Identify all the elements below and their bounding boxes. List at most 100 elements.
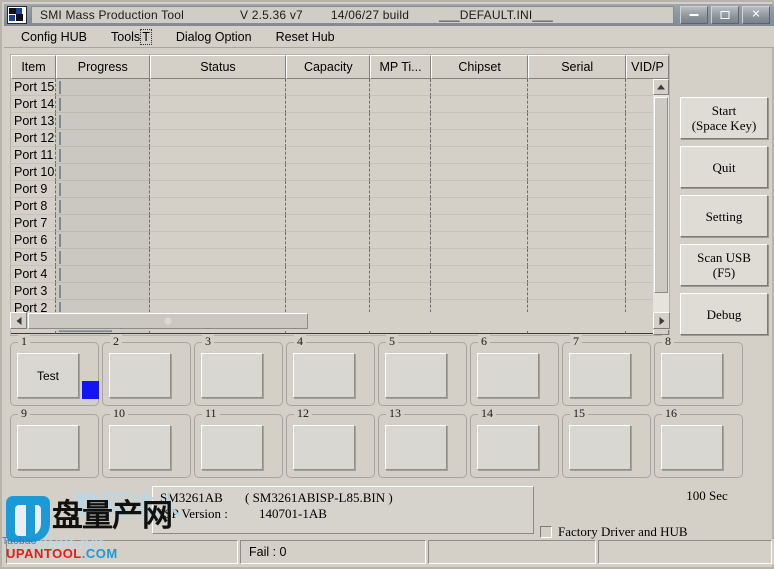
close-button[interactable]: ✕ [742,6,770,24]
cell-serial [528,266,626,283]
button-quit[interactable]: Quit [680,146,768,188]
port-status-box [569,425,631,470]
column-header-mp-ti[interactable]: MP Ti... [370,55,431,79]
vscroll-up-button[interactable] [653,79,669,95]
table-row[interactable]: Port 9 [11,181,669,198]
factory-driver-label: Factory Driver and HUB [558,524,688,540]
table-row[interactable]: Port 8 [11,198,669,215]
cell-mp-ti [370,215,431,232]
progress-bar [59,149,61,162]
cell-chipset [431,232,529,249]
factory-driver-checkbox-row[interactable]: Factory Driver and HUB [540,524,688,540]
progress-bar [59,115,61,128]
button-scan-usb[interactable]: Scan USB(F5) [680,244,768,286]
progress-bar [59,183,61,196]
port-panel-2[interactable]: 2 [102,342,191,406]
port-panel-11[interactable]: 11 [194,414,283,478]
column-header-status[interactable]: Status [150,55,287,79]
cell-mp-ti [370,181,431,198]
cell-status [150,96,287,113]
vscroll-thumb[interactable] [654,97,668,293]
column-header-item[interactable]: Item [11,55,56,79]
port-panel-15[interactable]: 15 [562,414,651,478]
table-vertical-scrollbar[interactable] [653,79,669,335]
table-row[interactable]: Port 7 [11,215,669,232]
port-panel-9[interactable]: 9 [10,414,99,478]
cell-mp-ti [370,113,431,130]
cell-mp-ti [370,79,431,96]
table-row[interactable]: Port 3 [11,283,669,300]
table-row[interactable]: Port 14 [11,96,669,113]
port-led-indicator [82,381,99,399]
cell-status [150,198,287,215]
port-panel-8[interactable]: 8 [654,342,743,406]
button-debug[interactable]: Debug [680,293,768,335]
table-row[interactable]: Port 13 [11,113,669,130]
port-panel-number: 12 [294,407,312,420]
port-panel-1[interactable]: 1Test [10,342,99,406]
hscroll-right-button[interactable] [653,312,670,329]
table-row[interactable]: Port 10 [11,164,669,181]
cell-progress [56,266,150,283]
port-panel-4[interactable]: 4 [286,342,375,406]
port-panel-number: 5 [386,335,398,348]
table-row[interactable]: Port 11 [11,147,669,164]
port-panel-3[interactable]: 3 [194,342,283,406]
cell-mp-ti [370,249,431,266]
cell-status [150,147,287,164]
cell-serial [528,181,626,198]
progress-bar [59,285,61,298]
table-row[interactable]: Port 12 [11,130,669,147]
column-header-capacity[interactable]: Capacity [286,55,370,79]
column-header-vid-p[interactable]: VID/P [626,55,669,79]
column-header-serial[interactable]: Serial [528,55,626,79]
column-header-progress[interactable]: Progress [56,55,150,79]
cell-progress [56,96,150,113]
cell-item: Port 11 [11,147,56,164]
button-label-line2: (Space Key) [692,118,757,133]
port-panel-6[interactable]: 6 [470,342,559,406]
cell-chipset [431,79,529,96]
button-start[interactable]: Start(Space Key) [680,97,768,139]
port-panel-12[interactable]: 12 [286,414,375,478]
port-panel-14[interactable]: 14 [470,414,559,478]
progress-bar [59,200,61,213]
port-panel-16[interactable]: 16 [654,414,743,478]
hscroll-left-button[interactable] [10,312,27,329]
table-row[interactable]: Port 6 [11,232,669,249]
info-isp-file: ( SM3261ABISP-L85.BIN ) [245,490,393,506]
port-panel-number: 9 [18,407,30,420]
cell-serial [528,130,626,147]
table-horizontal-scrollbar[interactable] [10,312,670,330]
port-panel-7[interactable]: 7 [562,342,651,406]
table-row[interactable]: Port 4 [11,266,669,283]
table-row[interactable]: Port 5 [11,249,669,266]
button-setting[interactable]: Setting [680,195,768,237]
minimize-button[interactable] [680,6,708,24]
cell-serial [528,79,626,96]
window-version: V 2.5.36 v7 [184,8,303,22]
menu-item-config-hub[interactable]: Config HUB [12,28,96,46]
cell-progress [56,249,150,266]
cell-status [150,113,287,130]
cell-mp-ti [370,96,431,113]
table-body: Port 15Port 14Port 13Port 12Port 11Port … [11,79,669,335]
progress-bar [59,268,61,281]
port-panel-5[interactable]: 5 [378,342,467,406]
menu-item-reset-hub[interactable]: Reset Hub [267,28,344,46]
menu-item-tools[interactable]: ToolsT [102,28,161,46]
port-status-box [569,353,631,398]
port-panel-number: 7 [570,335,582,348]
menu-item-dialog-option[interactable]: Dialog Option [167,28,261,46]
cell-mp-ti [370,266,431,283]
factory-driver-checkbox[interactable] [540,526,552,538]
cell-status [150,164,287,181]
port-panel-number: 6 [478,335,490,348]
hscroll-thumb[interactable] [28,313,308,329]
maximize-button[interactable] [711,6,739,24]
column-header-chipset[interactable]: Chipset [431,55,529,79]
table-row[interactable]: Port 15 [11,79,669,96]
port-panel-10[interactable]: 10 [102,414,191,478]
port-panel-13[interactable]: 13 [378,414,467,478]
cell-item: Port 4 [11,266,56,283]
